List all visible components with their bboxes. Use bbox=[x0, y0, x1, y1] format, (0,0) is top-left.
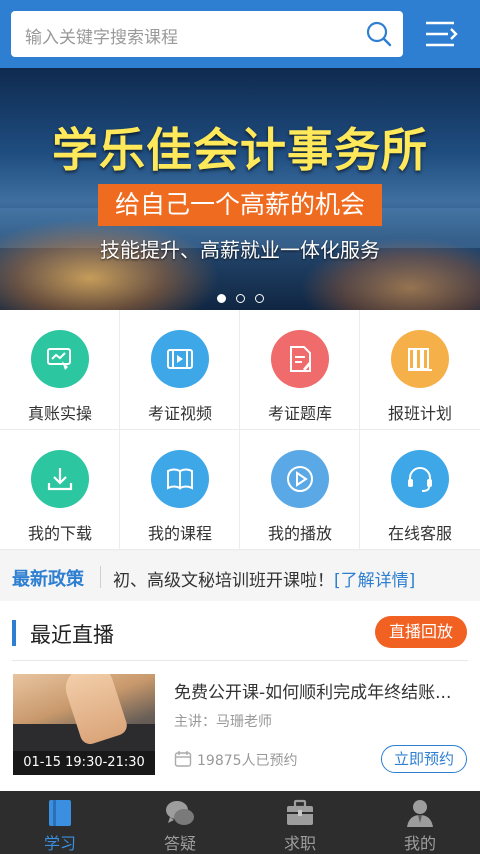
books-icon bbox=[391, 330, 449, 388]
carousel-dot[interactable] bbox=[235, 294, 245, 303]
grid-item-label: 报班计划 bbox=[387, 404, 452, 423]
grid-item-question-bank[interactable]: 考证题库 bbox=[240, 310, 360, 430]
tab-mine[interactable]: 我的 bbox=[360, 791, 480, 854]
headset-icon bbox=[391, 450, 449, 508]
tab-jobs[interactable]: 求职 bbox=[240, 791, 360, 854]
function-grid: 真账实操 考证视频 考证题库 报班计划 我的下载 我的课程 我的播放 在线客服 bbox=[0, 310, 480, 550]
tab-label: 学习 bbox=[43, 834, 76, 853]
live-replay-button[interactable]: 直播回放 bbox=[375, 616, 467, 648]
top-header: 输入关键字搜索课程 bbox=[0, 0, 480, 68]
tab-label: 答疑 bbox=[163, 834, 196, 853]
grid-item-label: 真账实操 bbox=[27, 404, 92, 423]
video-icon bbox=[151, 330, 209, 388]
grid-item-label: 考证题库 bbox=[267, 404, 332, 423]
course-time: 01-15 19:30-21:30 bbox=[13, 751, 155, 775]
grid-item-video[interactable]: 考证视频 bbox=[120, 310, 240, 430]
download-icon bbox=[31, 450, 89, 508]
grid-item-label: 在线客服 bbox=[387, 524, 452, 543]
news-detail-link[interactable]: [了解详情] bbox=[334, 571, 415, 591]
search-input[interactable]: 输入关键字搜索课程 bbox=[11, 11, 403, 57]
play-icon bbox=[271, 450, 329, 508]
search-icon[interactable] bbox=[365, 20, 393, 48]
study-book-icon bbox=[49, 800, 71, 826]
search-placeholder: 输入关键字搜索课程 bbox=[25, 28, 178, 48]
grid-item-label: 我的播放 bbox=[267, 524, 332, 543]
recent-live-section: 最近直播 直播回放 01-15 19:30-21:30 免费公开课-如何顺利完成… bbox=[0, 601, 480, 791]
banner-tagline: 给自己一个高薪的机会 bbox=[98, 184, 382, 226]
bottom-tab-bar: 学习 答疑 求职 我的 bbox=[0, 791, 480, 854]
section-title: 最近直播 bbox=[30, 623, 114, 647]
course-teacher: 主讲：马珊老师 bbox=[174, 714, 272, 730]
reservation-count: 19875人已预约 bbox=[197, 753, 298, 769]
course-title[interactable]: 免费公开课-如何顺利完成年终结账... bbox=[174, 678, 469, 703]
calendar-icon bbox=[174, 751, 192, 767]
app-screen: 输入关键字搜索课程 学乐佳会计事务所 给自己一个高薪的机会 技能提升、高薪就业一… bbox=[0, 0, 480, 854]
carousel-dot[interactable] bbox=[216, 294, 226, 303]
grid-item-practice[interactable]: 真账实操 bbox=[0, 310, 120, 430]
person-icon bbox=[407, 800, 433, 827]
tab-qa[interactable]: 答疑 bbox=[120, 791, 240, 854]
tab-label: 我的 bbox=[403, 834, 436, 853]
policy-news-bar[interactable]: 最新政策 初、高级文秘培训班开课啦！[了解详情] bbox=[0, 551, 480, 601]
promo-banner[interactable]: 学乐佳会计事务所 给自己一个高薪的机会 技能提升、高薪就业一体化服务 bbox=[0, 68, 480, 310]
briefcase-icon bbox=[287, 799, 313, 825]
carousel-dots[interactable] bbox=[0, 288, 480, 307]
grid-item-download[interactable]: 我的下载 bbox=[0, 430, 120, 550]
banner-title: 学乐佳会计事务所 bbox=[52, 123, 428, 177]
course-thumbnail[interactable]: 01-15 19:30-21:30 bbox=[13, 674, 155, 775]
menu-icon[interactable] bbox=[420, 14, 462, 54]
tab-label: 求职 bbox=[283, 834, 316, 853]
grid-item-label: 考证视频 bbox=[147, 404, 212, 423]
grid-item-label: 我的下载 bbox=[27, 524, 92, 543]
chat-bubbles-icon bbox=[166, 801, 194, 825]
book-now-button[interactable]: 立即预约 bbox=[381, 745, 467, 773]
grid-item-service[interactable]: 在线客服 bbox=[360, 430, 480, 550]
practice-icon bbox=[31, 330, 89, 388]
tab-study[interactable]: 学习 bbox=[0, 791, 120, 854]
grid-item-my-play[interactable]: 我的播放 bbox=[240, 430, 360, 550]
news-tag: 最新政策 bbox=[12, 569, 84, 590]
grid-item-plan[interactable]: 报班计划 bbox=[360, 310, 480, 430]
book-open-icon bbox=[151, 450, 209, 508]
question-bank-icon bbox=[271, 330, 329, 388]
grid-item-label: 我的课程 bbox=[147, 524, 212, 543]
carousel-dot[interactable] bbox=[254, 294, 264, 303]
news-headline: 初、高级文秘培训班开课啦！ bbox=[113, 571, 334, 591]
news-text: 初、高级文秘培训班开课啦！[了解详情] bbox=[113, 566, 415, 591]
banner-subtitle: 技能提升、高薪就业一体化服务 bbox=[100, 238, 380, 262]
grid-item-my-courses[interactable]: 我的课程 bbox=[120, 430, 240, 550]
